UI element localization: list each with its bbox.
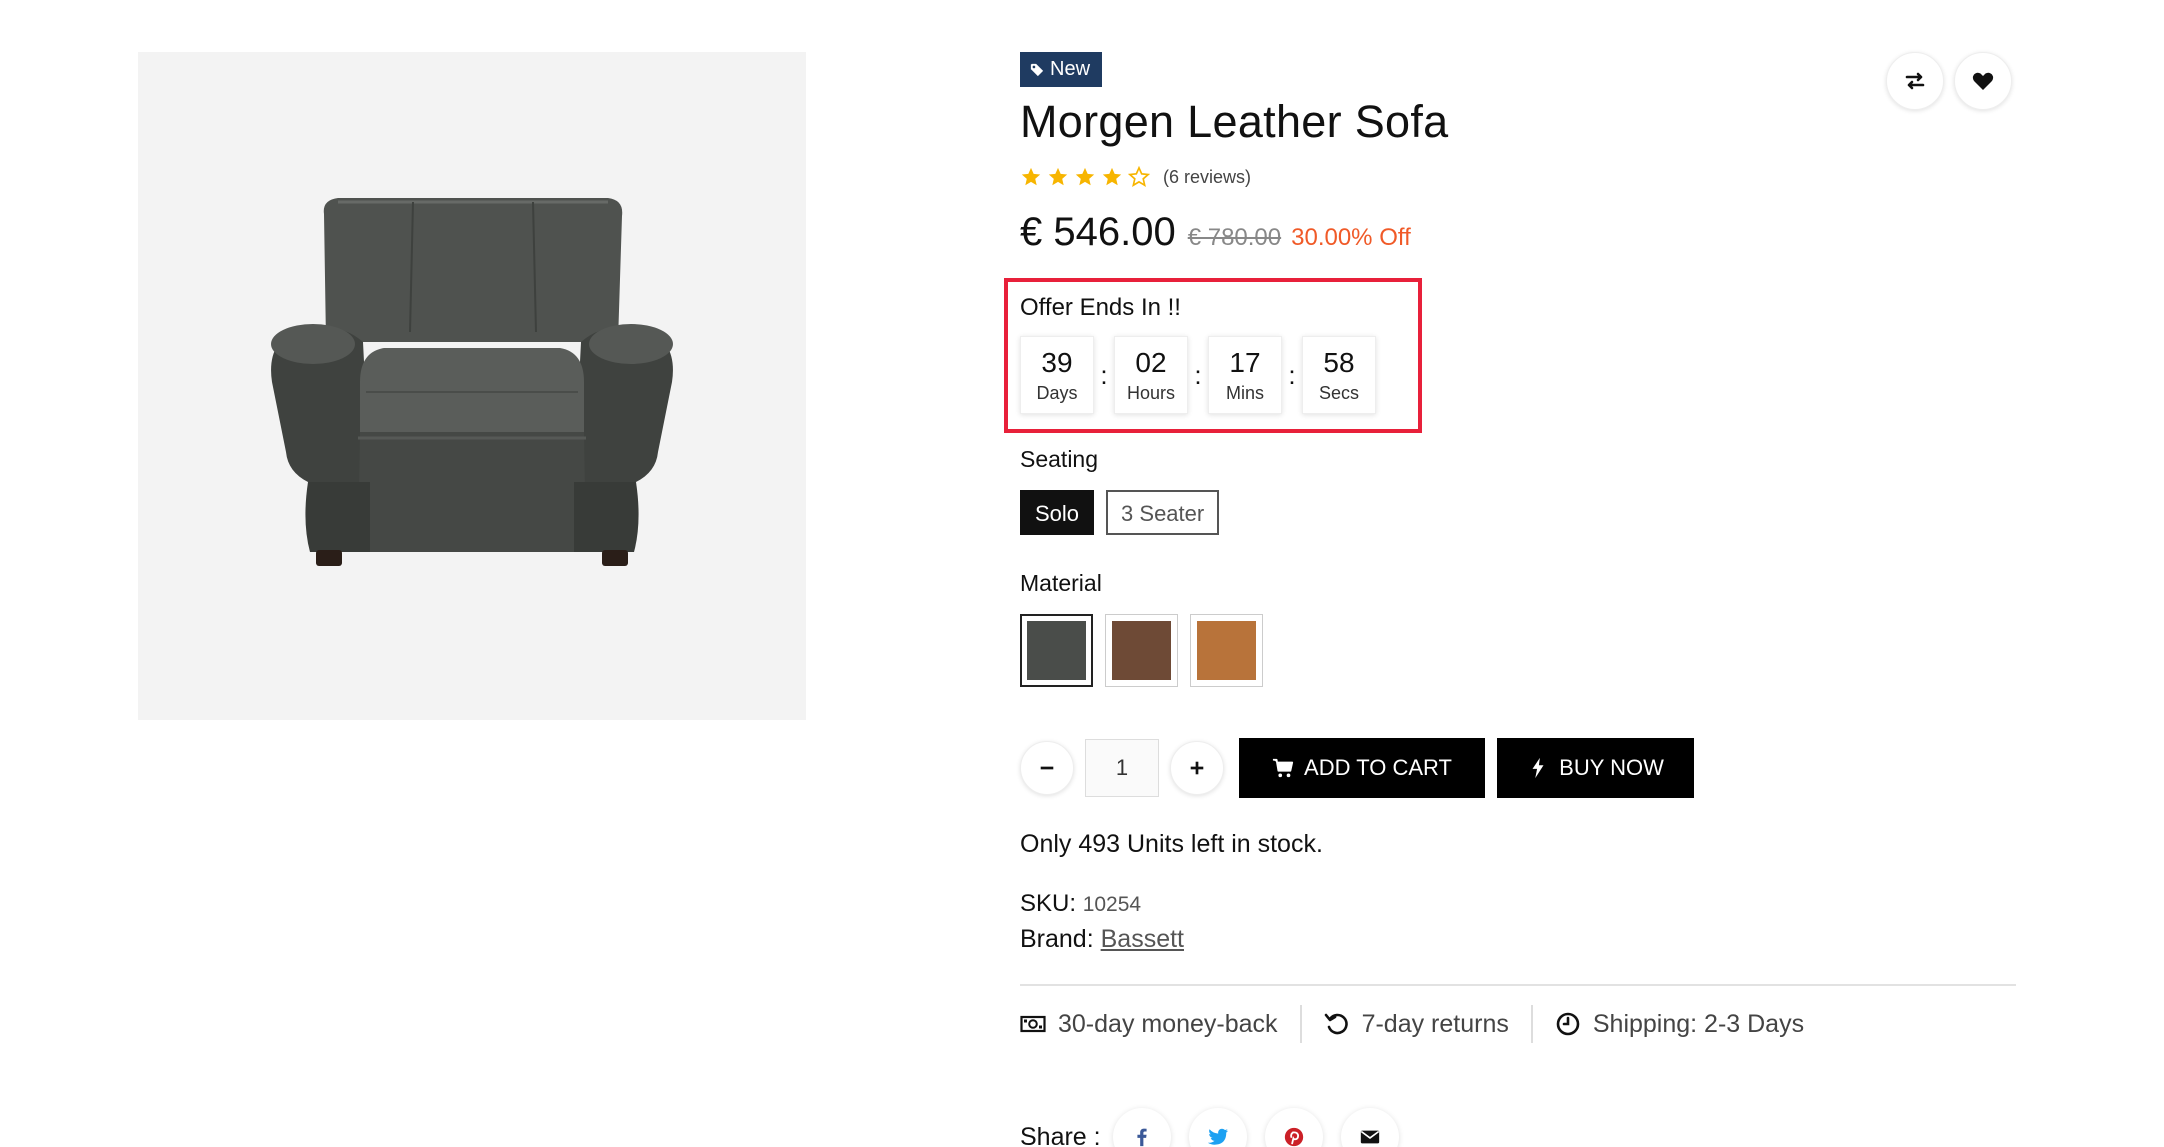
minus-icon: [1040, 766, 1054, 770]
feature-separator: [1299, 1005, 1302, 1043]
original-price: € 780.00: [1187, 224, 1282, 251]
material-swatches: [1020, 614, 1263, 687]
swatch-tan[interactable]: [1190, 614, 1263, 687]
feature-text: 7-day returns: [1361, 1009, 1509, 1038]
product-title: Morgen Leather Sofa: [1020, 96, 1449, 147]
plus-icon: [1190, 761, 1204, 775]
timer-separator: :: [1288, 359, 1296, 390]
purchase-row: ADD TO CART BUY NOW: [1020, 738, 1694, 798]
star-filled-icon: [1075, 167, 1095, 186]
feature-text: 30-day money-back: [1058, 1009, 1278, 1038]
seating-options: Solo 3 Seater: [1020, 490, 1220, 535]
timer-separator: :: [1100, 359, 1108, 390]
feature-separator: [1530, 1005, 1533, 1043]
swatch-brown[interactable]: [1105, 614, 1178, 687]
add-to-cart-label: ADD TO CART: [1304, 755, 1452, 780]
sku-value: 10254: [1082, 893, 1142, 916]
share-twitter-button[interactable]: [1188, 1108, 1247, 1147]
seating-option-solo[interactable]: Solo: [1020, 490, 1095, 535]
product-image: [138, 52, 806, 720]
share-row: Share :: [1020, 1108, 1417, 1147]
pinterest-icon: [1284, 1127, 1303, 1147]
sku-label: SKU:: [1020, 890, 1077, 917]
current-price: € 546.00: [1020, 210, 1176, 254]
discount-label: 30.00% Off: [1291, 224, 1411, 251]
lightning-icon: [1532, 757, 1544, 779]
timer-mins: 17 Mins: [1208, 336, 1282, 414]
timer-value: 17: [1229, 346, 1261, 378]
timer-label: Hours: [1126, 382, 1175, 403]
swatch-color: [1112, 621, 1171, 680]
rating[interactable]: (6 reviews): [1020, 164, 1251, 190]
timer-value: 02: [1135, 346, 1167, 378]
timer-value: 58: [1323, 346, 1355, 378]
swatch-color: [1197, 621, 1256, 680]
decrease-quantity-button[interactable]: [1020, 741, 1074, 795]
timer-label: Mins: [1225, 382, 1264, 403]
timer-days: 39 Days: [1020, 336, 1094, 414]
timer-hours: 02 Hours: [1114, 336, 1188, 414]
new-badge: New: [1020, 52, 1103, 87]
cart-icon: [1272, 758, 1294, 778]
share-email-button[interactable]: [1340, 1108, 1399, 1147]
feature-returns: 7-day returns: [1324, 1010, 1509, 1039]
reviews-count[interactable]: (6 reviews): [1163, 167, 1251, 188]
quantity-input[interactable]: [1085, 739, 1159, 797]
clock-icon: [1556, 1012, 1580, 1036]
money-icon: [1020, 1015, 1046, 1033]
offer-countdown: Offer Ends In !! 39 Days : 02 Hours : 17…: [1004, 278, 1422, 433]
seating-label: Seating: [1020, 446, 1099, 472]
increase-quantity-button[interactable]: [1170, 741, 1224, 795]
feature-text: Shipping: 2-3 Days: [1592, 1009, 1805, 1038]
armchair-image: [271, 198, 673, 566]
brand-link[interactable]: Bassett: [1101, 925, 1184, 953]
countdown-timer: 39 Days : 02 Hours : 17 Mins : 58 Secs: [1020, 336, 1376, 414]
brand-label: Brand:: [1020, 925, 1094, 953]
heart-icon: [1972, 72, 1994, 90]
offer-title: Offer Ends In !!: [1020, 294, 1181, 321]
timer-value: 39: [1041, 346, 1073, 378]
badge-label: New: [1050, 58, 1091, 80]
stock-status: Only 493 Units left in stock.: [1020, 830, 1323, 858]
feature-money-back: 30-day money-back: [1020, 1010, 1278, 1039]
share-pinterest-button[interactable]: [1264, 1108, 1323, 1147]
feature-shipping: Shipping: 2-3 Days: [1555, 1010, 1804, 1039]
email-icon: [1360, 1130, 1379, 1144]
star-filled-icon: [1048, 167, 1068, 186]
timer-label: Days: [1036, 382, 1078, 403]
compare-icon: [1905, 72, 1925, 90]
star-filled-icon: [1102, 167, 1122, 186]
facebook-icon: [1137, 1128, 1147, 1147]
compare-button[interactable]: [1886, 52, 1944, 110]
swatch-color: [1027, 621, 1086, 680]
add-to-cart-button[interactable]: ADD TO CART: [1239, 738, 1485, 798]
timer-label: Secs: [1318, 382, 1360, 403]
share-facebook-button[interactable]: [1112, 1108, 1171, 1147]
brand: Brand: Bassett: [1020, 925, 1184, 954]
twitter-icon: [1207, 1128, 1228, 1145]
share-label: Share :: [1020, 1122, 1101, 1147]
swatch-charcoal[interactable]: [1020, 614, 1093, 687]
top-actions: [1886, 52, 2012, 110]
timer-secs: 58 Secs: [1302, 336, 1376, 414]
divider: [1020, 984, 2016, 986]
wishlist-button[interactable]: [1954, 52, 2012, 110]
star-filled-icon: [1021, 167, 1041, 186]
sku: SKU: 10254: [1020, 890, 1141, 918]
returns-icon: [1324, 1013, 1348, 1035]
material-label: Material: [1020, 570, 1102, 596]
buy-now-label: BUY NOW: [1559, 755, 1664, 780]
features: 30-day money-back 7-day returns Shipping…: [1020, 1004, 1804, 1044]
star-empty-icon: [1128, 166, 1150, 187]
timer-separator: :: [1194, 359, 1202, 390]
seating-option-3-seater[interactable]: 3 Seater: [1106, 490, 1220, 535]
buy-now-button[interactable]: BUY NOW: [1497, 738, 1694, 798]
price-row: € 546.00 € 780.00 30.00% Off: [1020, 210, 1411, 255]
tag-icon: [1030, 63, 1044, 76]
